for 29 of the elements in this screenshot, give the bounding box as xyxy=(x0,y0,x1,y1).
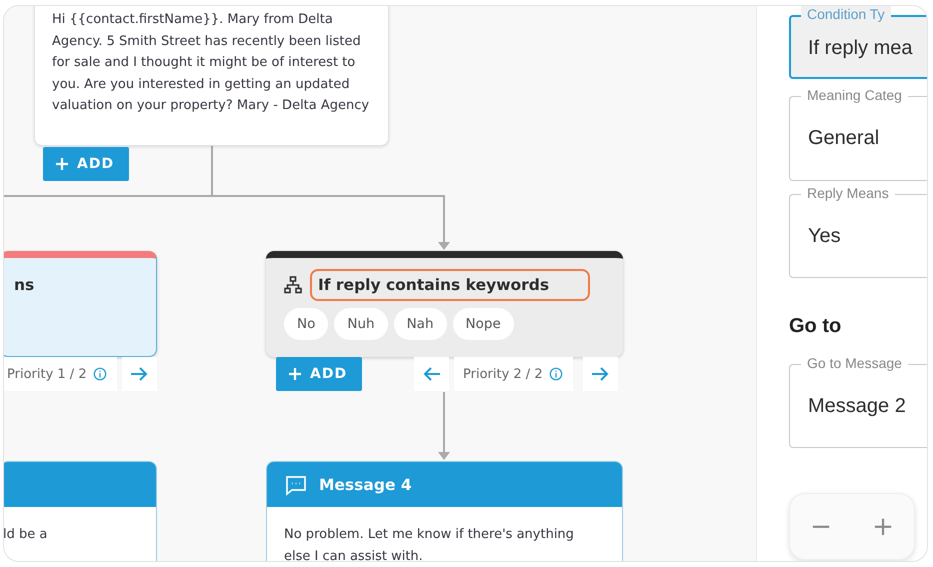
message-text: Hi {{contact.firstName}}. Mary from Delta Agency. 5 Smith Street has recently been listed for sale and I thought it might be of interest to you. Are you interested in getting an updated valuation on your property? Mary - Delta Agency xyxy=(52,11,370,115)
message-text: ld be a xyxy=(4,526,48,544)
keyword-chip: Nah xyxy=(394,308,447,340)
message-text: No problem. Let me know if there's anything else I can assist with. xyxy=(283,526,575,561)
keyword-chip: Nope xyxy=(452,308,514,340)
next-button[interactable] xyxy=(122,357,157,391)
next-button[interactable] xyxy=(582,357,618,391)
plus-icon xyxy=(55,157,69,171)
message-title: Message 4 xyxy=(319,476,412,494)
previous-button[interactable] xyxy=(414,357,449,391)
select-field[interactable]: Reply Means Yes xyxy=(789,185,927,278)
select-field[interactable]: Condition Ty If reply mea xyxy=(789,6,927,79)
priority-label: Priority 2 / 2 xyxy=(454,357,573,391)
chat-icon xyxy=(285,474,307,496)
plus-icon xyxy=(288,367,302,381)
info-icon xyxy=(92,367,107,381)
section-heading: Go to xyxy=(789,315,842,338)
condition-title[interactable]: If reply contains keywords xyxy=(310,269,590,301)
select-field[interactable]: Meaning Categ General xyxy=(789,87,927,181)
condition-title[interactable]: ns xyxy=(6,269,42,301)
condition-card[interactable]: ns xyxy=(4,251,157,357)
keyword-chip: No xyxy=(284,308,328,340)
keyword-chip: Nuh xyxy=(334,308,388,340)
connector-line xyxy=(438,392,450,460)
select-field[interactable]: Go to Message Message 2 xyxy=(789,355,927,448)
info-icon xyxy=(548,367,563,381)
priority-label: Priority 1 / 2 xyxy=(4,357,117,391)
hierarchy-icon xyxy=(284,276,302,294)
condition-card[interactable]: If reply contains keywords No Nuh Nah Nope xyxy=(266,251,623,357)
